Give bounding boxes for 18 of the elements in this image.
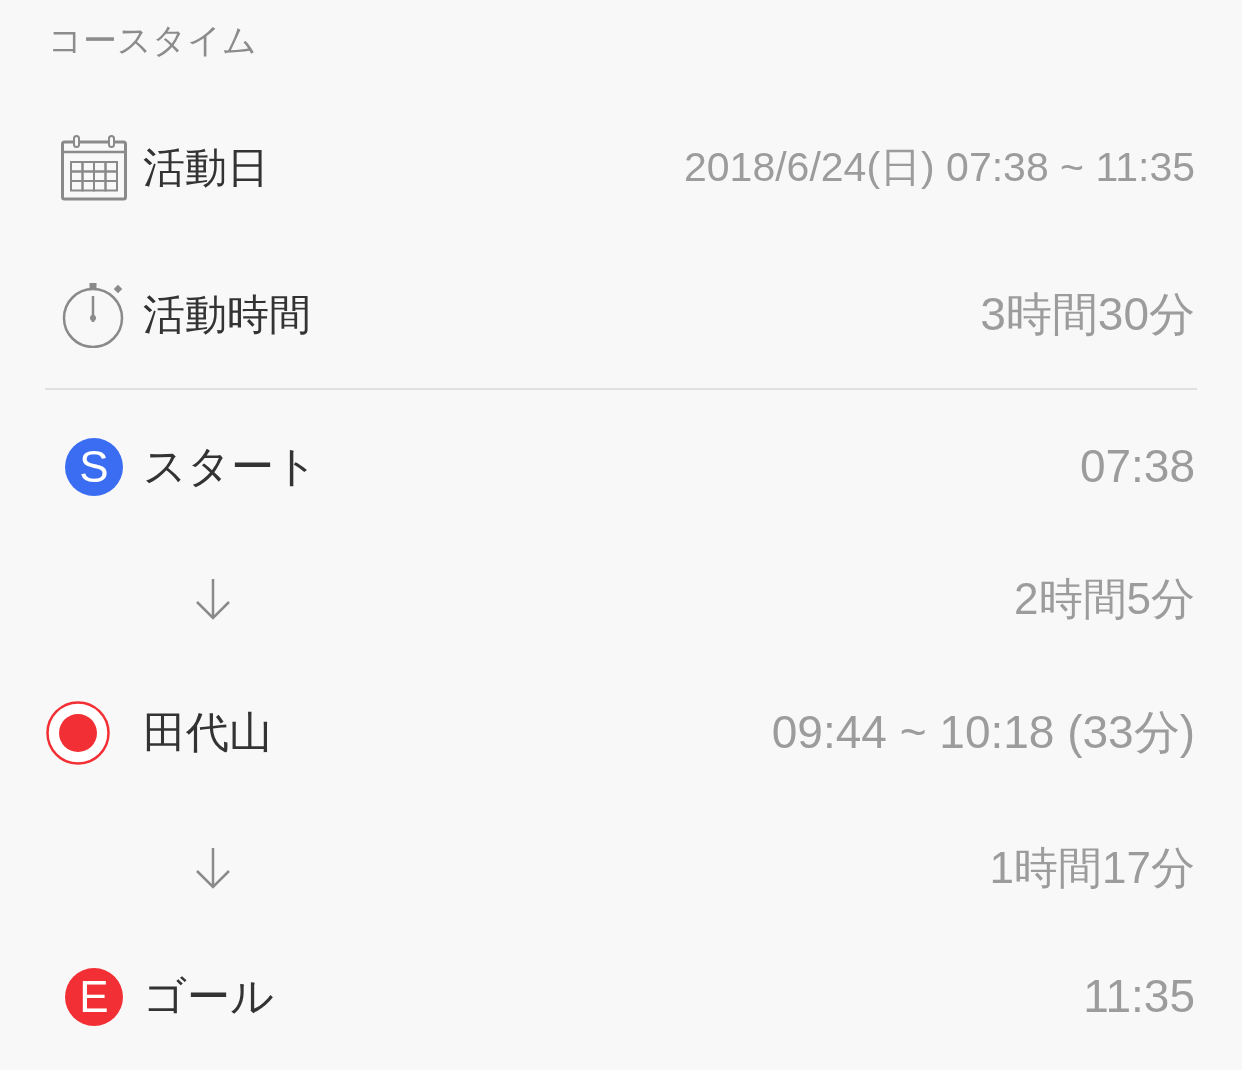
leg-duration: 2時間5分 <box>1014 572 1195 625</box>
point-name: スタート <box>143 441 318 493</box>
point-time: 09:44 ~ 10:18 (33分) <box>771 705 1195 761</box>
point-time: 07:38 <box>1079 439 1195 495</box>
row-label: 活動時間 <box>143 289 311 340</box>
date-range-value: 2018/6/24(日) 07:38 ~ 11:35 <box>684 143 1195 193</box>
leg-duration: 1時間17分 <box>989 841 1195 894</box>
calendar-icon <box>61 135 127 201</box>
row-label: 活動日 <box>143 142 269 193</box>
point-name: ゴール <box>143 971 274 1023</box>
letter-badge-icon: E <box>65 968 123 1026</box>
section-title: コースタイム <box>48 20 257 61</box>
duration-value: 3時間30分 <box>980 287 1195 343</box>
letter-badge-icon: S <box>65 438 123 496</box>
stopwatch-icon <box>62 282 126 348</box>
point-time: 11:35 <box>1083 969 1195 1025</box>
point-name: 田代山 <box>143 707 272 759</box>
target-marker-icon <box>46 701 110 765</box>
